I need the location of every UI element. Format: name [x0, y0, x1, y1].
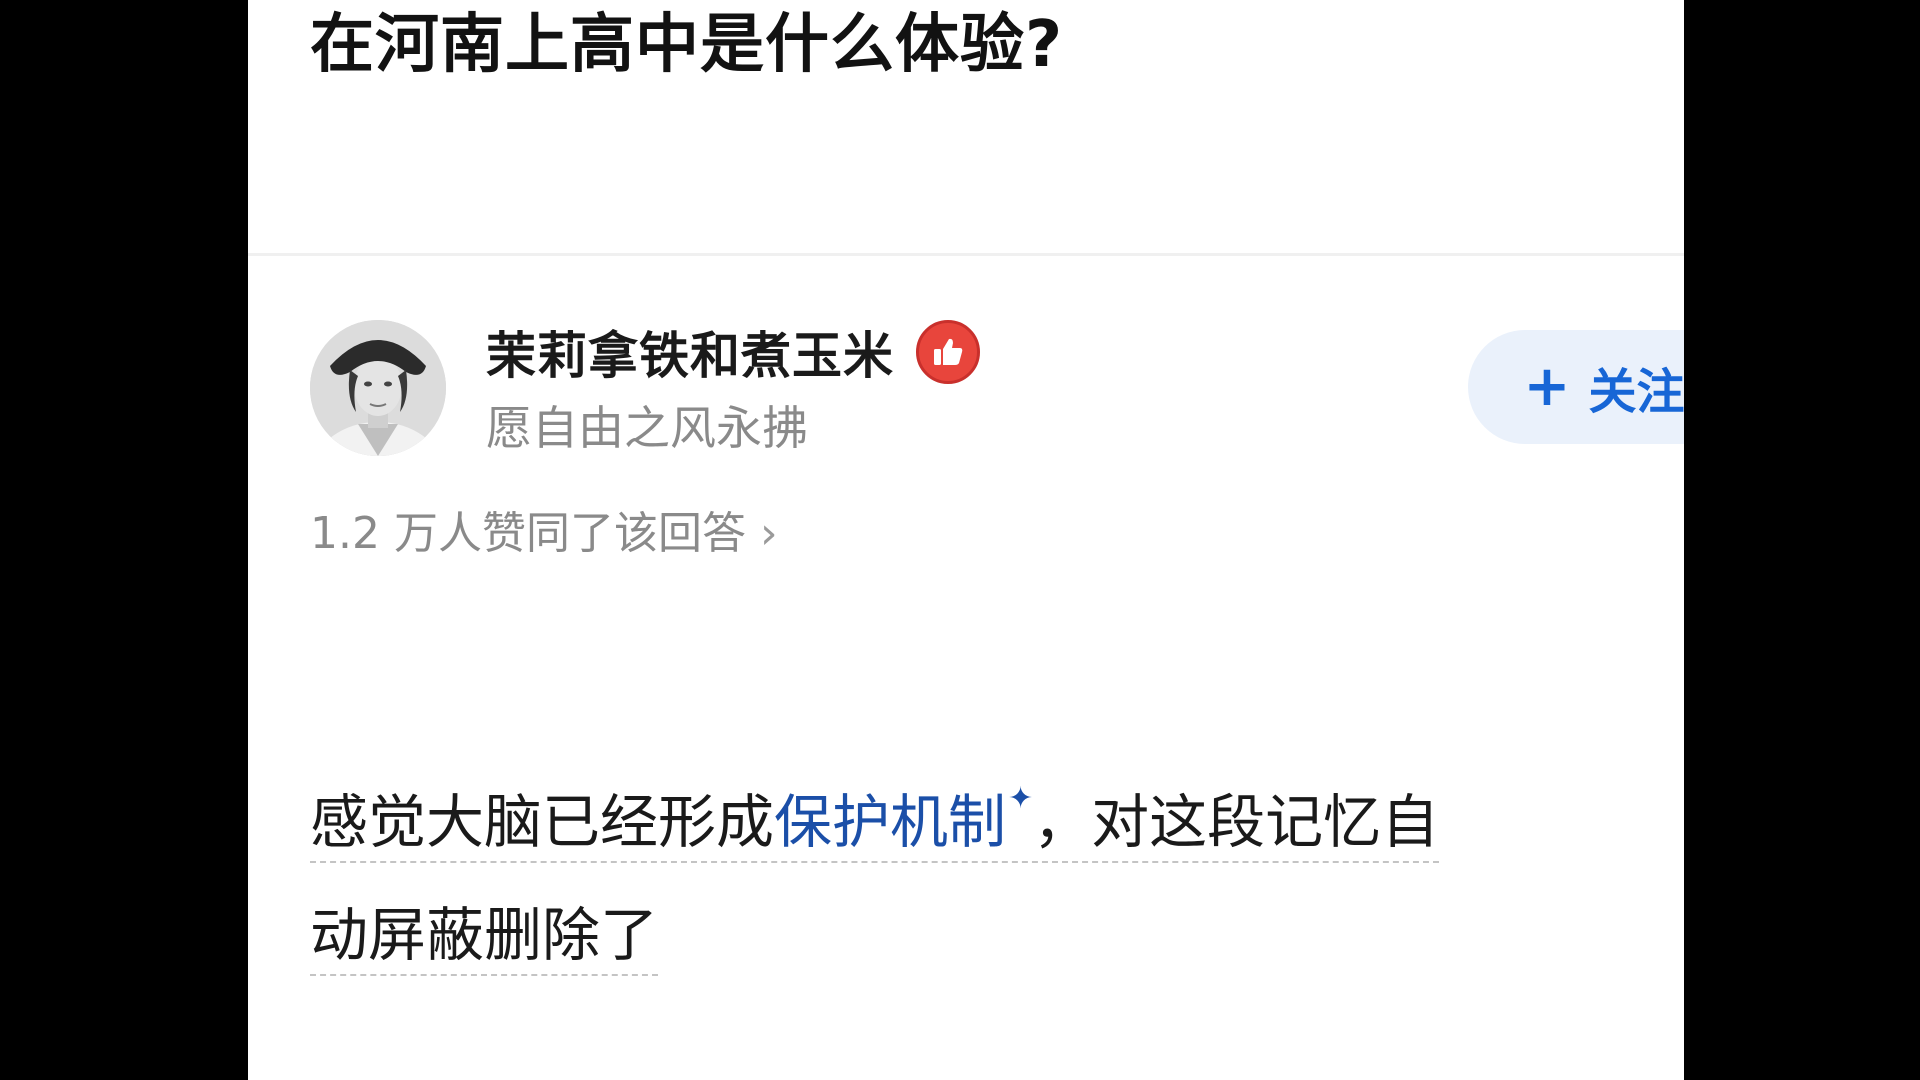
upvote-text: 1.2 万人赞同了该回答: [310, 508, 746, 559]
screen: 在河南上高中是什么体验? 茉莉拿铁和煮玉米 愿自由之风永拂 + 关注 1.2 万…: [0, 0, 1920, 1080]
author-row: 茉莉拿铁和煮玉米 愿自由之风永拂: [310, 318, 1640, 458]
follow-button[interactable]: + 关注: [1468, 330, 1684, 444]
answer-body: 感觉大脑已经形成保护机制✦，对这段记忆自 动屏蔽删除了: [310, 760, 1650, 998]
upvote-summary[interactable]: 1.2 万人赞同了该回答 ›: [310, 506, 778, 562]
answer-text-prefix: 感觉大脑已经形成: [310, 788, 775, 856]
answer-text-suffix: ，对这段记忆自: [1033, 788, 1440, 856]
answer-line-2: 动屏蔽删除了: [310, 896, 659, 976]
divider: [248, 253, 1684, 256]
follow-label: 关注: [1588, 364, 1684, 420]
answer-page: 在河南上高中是什么体验? 茉莉拿铁和煮玉米 愿自由之风永拂 + 关注 1.2 万…: [248, 0, 1684, 1080]
author-name[interactable]: 茉莉拿铁和煮玉米: [486, 316, 894, 388]
answer-line-1: 感觉大脑已经形成保护机制✦，对这段记忆自: [310, 760, 1440, 863]
avatar-portrait: [310, 320, 446, 456]
chevron-right-icon: ›: [759, 508, 778, 559]
plus-icon: +: [1523, 354, 1571, 419]
answer-keyword-link[interactable]: 保护机制: [774, 788, 1006, 856]
avatar[interactable]: [310, 320, 446, 456]
question-title[interactable]: 在河南上高中是什么体验?: [310, 0, 1063, 90]
thumbs-up-icon: [916, 320, 980, 384]
author-bio: 愿自由之风永拂: [486, 401, 808, 455]
author-name-line: 茉莉拿铁和煮玉米: [486, 318, 980, 386]
sparkle-icon: ✦: [1008, 781, 1034, 816]
thumbs-up-glyph: [934, 338, 963, 365]
